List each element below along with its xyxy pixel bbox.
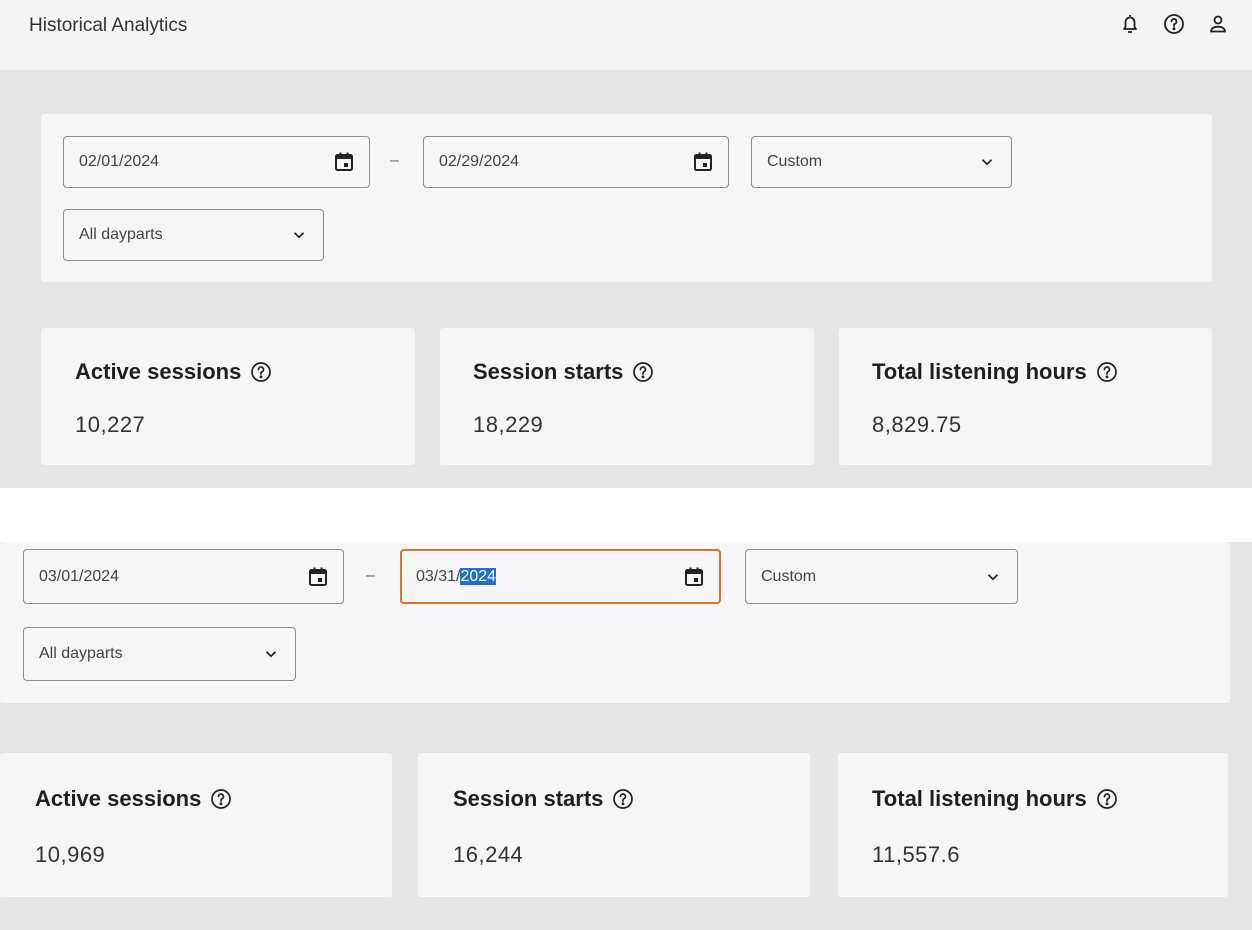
help-icon[interactable] <box>611 787 635 811</box>
bell-icon[interactable] <box>1118 12 1142 36</box>
metric-value: 18,229 <box>473 412 544 437</box>
start-date-input[interactable]: 02/01/2024 <box>63 136 370 188</box>
chevron-down-icon <box>987 573 999 580</box>
metric-title: Active sessions <box>75 359 273 385</box>
metric-value: 10,969 <box>35 842 106 867</box>
date-range-separator: – <box>366 567 375 584</box>
calendar-icon[interactable] <box>682 565 706 589</box>
selected-text: 2024 <box>460 567 497 585</box>
end-date-value: 02/29/2024 <box>439 153 520 170</box>
chevron-down-icon <box>981 159 993 166</box>
metric-card-session-starts <box>418 753 810 897</box>
daypart-value: All dayparts <box>39 645 123 662</box>
start-date-value: 03/01/2024 <box>39 567 120 585</box>
help-icon[interactable] <box>1095 360 1119 384</box>
range-preset-select[interactable]: Custom <box>751 136 1012 188</box>
help-icon[interactable] <box>1162 12 1186 36</box>
metric-title: Active sessions <box>35 786 233 812</box>
metric-card-listening-hours <box>838 753 1228 897</box>
help-icon[interactable] <box>249 360 273 384</box>
chevron-down-icon <box>293 232 305 239</box>
help-icon[interactable] <box>1095 787 1119 811</box>
range-preset-value: Custom <box>767 153 823 170</box>
end-date-input[interactable]: 03/31/2024 <box>400 549 721 604</box>
header-actions <box>1118 12 1230 36</box>
end-date-input[interactable]: 02/29/2024 <box>423 136 729 188</box>
help-icon[interactable] <box>209 787 233 811</box>
metric-title: Total listening hours <box>872 359 1119 385</box>
metric-value: 10,227 <box>75 412 146 437</box>
metric-card-listening-hours <box>839 328 1212 465</box>
app-header <box>0 0 1252 70</box>
daypart-select[interactable]: All dayparts <box>23 627 296 681</box>
start-date-value: 02/01/2024 <box>79 153 160 170</box>
metric-value: 11,557.6 <box>872 842 961 867</box>
calendar-icon[interactable] <box>332 150 356 174</box>
metric-title: Session starts <box>453 786 635 812</box>
metric-card-active-sessions <box>41 328 415 465</box>
page-title: Historical Analytics <box>29 15 188 36</box>
range-preset-select[interactable]: Custom <box>745 549 1018 604</box>
help-icon[interactable] <box>631 360 655 384</box>
account-icon[interactable] <box>1206 12 1230 36</box>
metric-card-active-sessions <box>0 753 392 897</box>
metric-value: 16,244 <box>453 842 524 867</box>
metric-card-session-starts <box>440 328 814 465</box>
daypart-select[interactable]: All dayparts <box>63 209 324 261</box>
metric-title: Total listening hours <box>872 786 1119 812</box>
calendar-icon[interactable] <box>306 565 330 589</box>
date-range-separator: – <box>390 152 399 169</box>
chevron-down-icon <box>265 651 277 658</box>
end-date-value: 03/31/2024 <box>416 567 497 585</box>
start-date-input[interactable]: 03/01/2024 <box>23 549 344 604</box>
calendar-icon[interactable] <box>691 150 715 174</box>
metric-value: 8,829.75 <box>872 412 962 437</box>
daypart-value: All dayparts <box>79 226 163 243</box>
range-preset-value: Custom <box>761 567 817 585</box>
metric-title: Session starts <box>473 359 655 385</box>
